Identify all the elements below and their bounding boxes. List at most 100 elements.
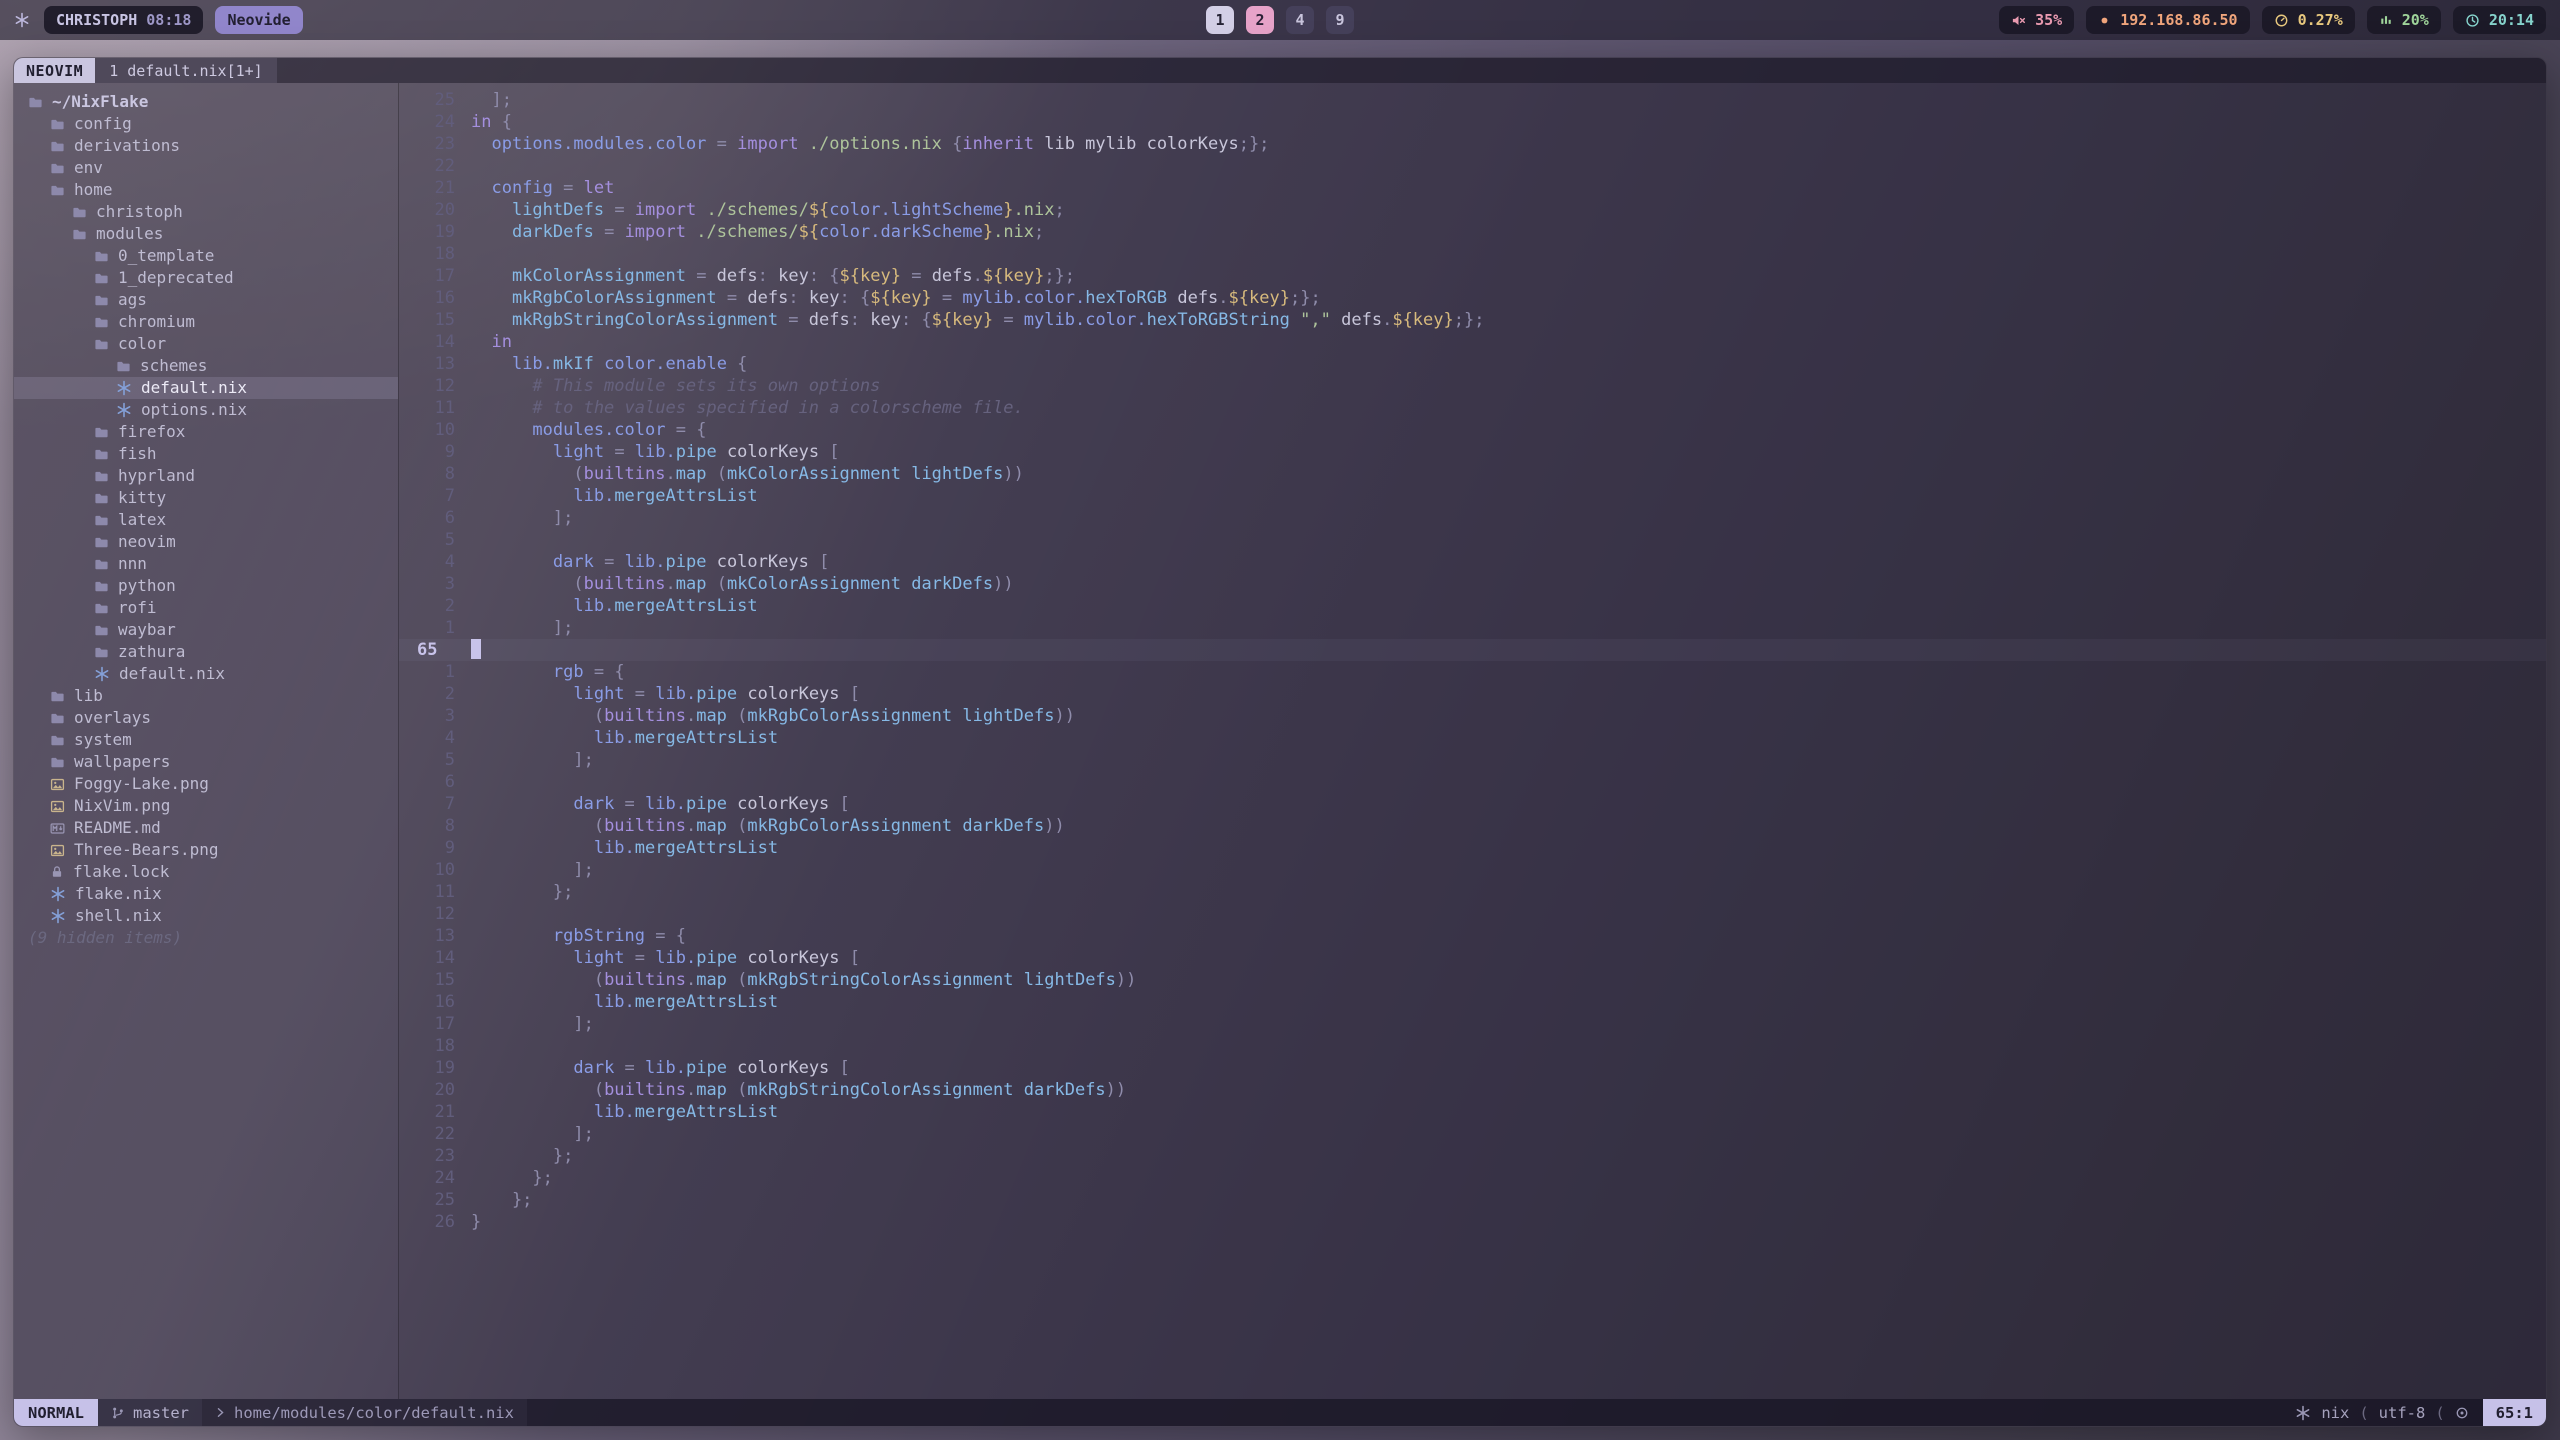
file-tree[interactable]: ~/NixFlakeconfigderivationsenvhomechrist… (14, 83, 399, 1399)
code-line[interactable]: 16 lib.mergeAttrsList (399, 991, 2546, 1013)
code-line[interactable]: 7 lib.mergeAttrsList (399, 485, 2546, 507)
tree-item-lib[interactable]: lib (14, 685, 398, 707)
code-line[interactable]: 8 (builtins.map (mkRgbColorAssignment da… (399, 815, 2546, 837)
tree-item-kitty[interactable]: kitty (14, 487, 398, 509)
code-line[interactable]: 13 lib.mkIf color.enable { (399, 353, 2546, 375)
code-line[interactable]: 18 (399, 1035, 2546, 1057)
tree-item-config[interactable]: config (14, 113, 398, 135)
tree-item-python[interactable]: python (14, 575, 398, 597)
active-app-pill[interactable]: Neovide (215, 6, 302, 34)
tree-item-1-deprecated[interactable]: 1_deprecated (14, 267, 398, 289)
tree-item-default-nix[interactable]: default.nix (14, 663, 398, 685)
code-line[interactable]: 23 options.modules.color = import ./opti… (399, 133, 2546, 155)
code-line[interactable]: 16 mkRgbColorAssignment = defs: key: {${… (399, 287, 2546, 309)
code-line[interactable]: 13 rgbString = { (399, 925, 2546, 947)
tree-item-wallpapers[interactable]: wallpapers (14, 751, 398, 773)
code-line[interactable]: 6 ]; (399, 507, 2546, 529)
code-line[interactable]: 10 modules.color = { (399, 419, 2546, 441)
tree-item-fish[interactable]: fish (14, 443, 398, 465)
tree-item-default-nix[interactable]: default.nix (14, 377, 398, 399)
code-line[interactable]: 17 mkColorAssignment = defs: key: {${key… (399, 265, 2546, 287)
tree-item-flake-nix[interactable]: flake.nix (14, 883, 398, 905)
code-line[interactable]: 2 lib.mergeAttrsList (399, 595, 2546, 617)
code-line[interactable]: 25 }; (399, 1189, 2546, 1211)
tree-item-modules[interactable]: modules (14, 223, 398, 245)
code-line[interactable]: 4 lib.mergeAttrsList (399, 727, 2546, 749)
tree-item-home[interactable]: home (14, 179, 398, 201)
workspace-4[interactable]: 4 (1286, 6, 1314, 34)
workspace-2[interactable]: 2 (1246, 6, 1274, 34)
tree-item-ags[interactable]: ags (14, 289, 398, 311)
nix-logo-icon[interactable] (14, 12, 30, 28)
tree-item-color[interactable]: color (14, 333, 398, 355)
code-line[interactable]: 22 ]; (399, 1123, 2546, 1145)
tree-item-schemes[interactable]: schemes (14, 355, 398, 377)
code-line[interactable]: 4 dark = lib.pipe colorKeys [ (399, 551, 2546, 573)
code-line[interactable]: 14 light = lib.pipe colorKeys [ (399, 947, 2546, 969)
code-line[interactable]: 24 }; (399, 1167, 2546, 1189)
tree-item-shell-nix[interactable]: shell.nix (14, 905, 398, 927)
tree-item-neovim[interactable]: neovim (14, 531, 398, 553)
code-line[interactable]: 19 darkDefs = import ./schemes/${color.d… (399, 221, 2546, 243)
code-line[interactable]: 11 }; (399, 881, 2546, 903)
tree-item-0-template[interactable]: 0_template (14, 245, 398, 267)
code-line[interactable]: 18 (399, 243, 2546, 265)
code-line[interactable]: 17 ]; (399, 1013, 2546, 1035)
code-line[interactable]: 1 rgb = { (399, 661, 2546, 683)
code-line[interactable]: 15 (builtins.map (mkRgbStringColorAssign… (399, 969, 2546, 991)
code-line[interactable]: 14 in (399, 331, 2546, 353)
code-line-current[interactable]: 65 (399, 639, 2546, 661)
code-line[interactable]: 5 ]; (399, 749, 2546, 771)
tab-default-nix[interactable]: 1 default.nix[1+] (95, 58, 277, 83)
code-line[interactable]: 21 lib.mergeAttrsList (399, 1101, 2546, 1123)
memory-pill[interactable]: 20% (2367, 6, 2441, 34)
workspace-9[interactable]: 9 (1326, 6, 1354, 34)
tree-item-three-bears-png[interactable]: Three-Bears.png (14, 839, 398, 861)
tree-item-christoph[interactable]: christoph (14, 201, 398, 223)
code-line[interactable]: 21 config = let (399, 177, 2546, 199)
tree-item-system[interactable]: system (14, 729, 398, 751)
tree-item-nnn[interactable]: nnn (14, 553, 398, 575)
code-line[interactable]: 12 (399, 903, 2546, 925)
tree-item-chromium[interactable]: chromium (14, 311, 398, 333)
tree-item-hyprland[interactable]: hyprland (14, 465, 398, 487)
code-line[interactable]: 23 }; (399, 1145, 2546, 1167)
tree-item-derivations[interactable]: derivations (14, 135, 398, 157)
tree-item-foggy-lake-png[interactable]: Foggy-Lake.png (14, 773, 398, 795)
code-line[interactable]: 2 light = lib.pipe colorKeys [ (399, 683, 2546, 705)
workspace-1[interactable]: 1 (1206, 6, 1234, 34)
code-line[interactable]: 9 lib.mergeAttrsList (399, 837, 2546, 859)
network-pill[interactable]: 192.168.86.50 (2086, 6, 2249, 34)
editor[interactable]: 25 ];24in {23 options.modules.color = im… (399, 83, 2546, 1399)
user-clock-pill[interactable]: CHRISTOPH 08:18 (44, 6, 203, 34)
code-line[interactable]: 20 (builtins.map (mkRgbStringColorAssign… (399, 1079, 2546, 1101)
code-line[interactable]: 11 # to the values specified in a colors… (399, 397, 2546, 419)
tree-item-overlays[interactable]: overlays (14, 707, 398, 729)
code-line[interactable]: 6 (399, 771, 2546, 793)
code-line[interactable]: 3 (builtins.map (mkRgbColorAssignment li… (399, 705, 2546, 727)
tree-item-zathura[interactable]: zathura (14, 641, 398, 663)
tree-item-firefox[interactable]: firefox (14, 421, 398, 443)
tree-item-readme-md[interactable]: README.md (14, 817, 398, 839)
code-line[interactable]: 26} (399, 1211, 2546, 1233)
volume-pill[interactable]: 35% (1999, 6, 2074, 34)
tree-item--nixflake[interactable]: ~/NixFlake (14, 91, 398, 113)
tree-item-rofi[interactable]: rofi (14, 597, 398, 619)
code-line[interactable]: 7 dark = lib.pipe colorKeys [ (399, 793, 2546, 815)
clock-pill[interactable]: 20:14 (2453, 6, 2546, 34)
code-line[interactable]: 10 ]; (399, 859, 2546, 881)
code-line[interactable]: 25 ]; (399, 89, 2546, 111)
tree-item-waybar[interactable]: waybar (14, 619, 398, 641)
code-line[interactable]: 12 # This module sets its own options (399, 375, 2546, 397)
code-line[interactable]: 8 (builtins.map (mkColorAssignment light… (399, 463, 2546, 485)
tree-item-flake-lock[interactable]: flake.lock (14, 861, 398, 883)
tree-item-env[interactable]: env (14, 157, 398, 179)
code-line[interactable]: 20 lightDefs = import ./schemes/${color.… (399, 199, 2546, 221)
tree-item-latex[interactable]: latex (14, 509, 398, 531)
code-line[interactable]: 22 (399, 155, 2546, 177)
code-line[interactable]: 3 (builtins.map (mkColorAssignment darkD… (399, 573, 2546, 595)
tree-item-nixvim-png[interactable]: NixVim.png (14, 795, 398, 817)
tree-item-options-nix[interactable]: options.nix (14, 399, 398, 421)
code-line[interactable]: 5 (399, 529, 2546, 551)
code-line[interactable]: 1 ]; (399, 617, 2546, 639)
